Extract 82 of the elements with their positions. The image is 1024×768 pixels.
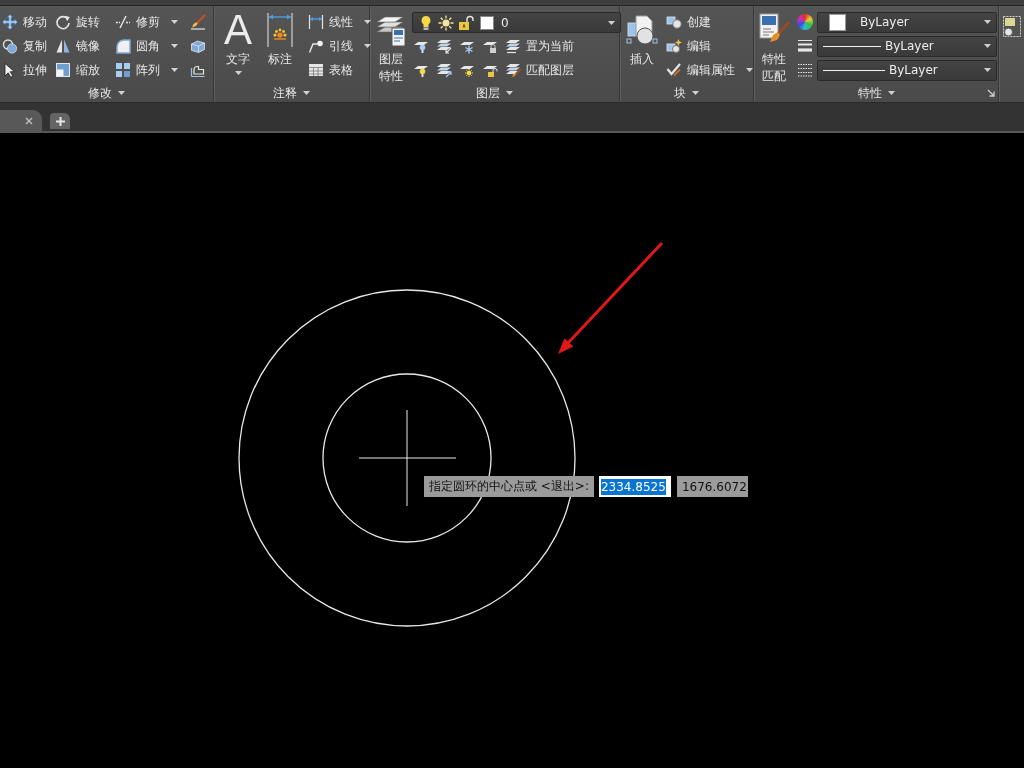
- line-weights-icon: [797, 38, 813, 54]
- layer-stack-arrow-icon: [436, 62, 452, 78]
- tool-button[interactable]: 创建: [664, 11, 755, 33]
- command-prompt: 指定圆环的中心点或 <退出>:: [424, 476, 594, 497]
- layer-stack-icon: [505, 38, 521, 54]
- caret-icon: [303, 91, 310, 95]
- table-icon: [308, 62, 324, 78]
- dimension-icon: [266, 12, 294, 48]
- tool-button[interactable]: 引线: [306, 35, 373, 57]
- tool-button[interactable]: 阵列: [113, 59, 180, 81]
- sun-icon: [438, 14, 454, 31]
- color-swatch-icon: [829, 13, 846, 31]
- large-tool-button[interactable]: 图层特性: [373, 10, 409, 85]
- panel-title-button[interactable]: 注释: [271, 85, 312, 101]
- square-spark-icon: [666, 38, 682, 54]
- line-sample-icon: [823, 68, 885, 72]
- dialog-launcher-button[interactable]: [987, 89, 995, 97]
- tool-button[interactable]: 编辑: [664, 35, 755, 57]
- color-wheel-icon: [797, 14, 813, 30]
- layer-stack-arrow-icon: [436, 38, 452, 54]
- caret-icon: [692, 91, 699, 95]
- caret-icon: [887, 91, 895, 95]
- caret-icon: [118, 91, 125, 95]
- corner-arrow-icon: [987, 89, 995, 97]
- tool-button[interactable]: 圆角: [113, 35, 180, 57]
- tool-button[interactable]: 编辑属性: [664, 59, 755, 81]
- panel-title-button[interactable]: 修改: [86, 85, 127, 101]
- caret-icon: [984, 44, 991, 48]
- group-icon: [1003, 16, 1021, 40]
- panel-title-button[interactable]: 块: [672, 85, 701, 101]
- file-tab[interactable]: [0, 110, 42, 131]
- layer-dropdown[interactable]: 0: [412, 12, 621, 33]
- tool-button[interactable]: 移动: [0, 11, 49, 33]
- tool-button[interactable]: 镜像: [53, 35, 102, 57]
- cross-arrows-icon: [2, 14, 18, 30]
- large-tool-button[interactable]: 标注: [262, 10, 298, 68]
- coordinate-field[interactable]: 1676.6072: [676, 476, 748, 497]
- caret-icon: [984, 68, 991, 72]
- large-tool-button[interactable]: A 文字: [220, 10, 256, 75]
- close-icon: [25, 116, 33, 125]
- square-grid-icon: [115, 62, 131, 78]
- square-circle-icon: [666, 14, 682, 30]
- tool-button[interactable]: 置为当前: [504, 35, 576, 57]
- tool-button[interactable]: 线性: [306, 11, 373, 33]
- rounded-corner-icon: [115, 38, 131, 54]
- coordinate-field[interactable]: 2334.8525: [598, 476, 671, 497]
- tool-button[interactable]: 修剪: [113, 11, 180, 33]
- plus-icon: [55, 116, 65, 126]
- tool-button[interactable]: 复制: [0, 35, 49, 57]
- circular-arrow-icon: [55, 14, 71, 30]
- overlapping-circles-icon: [2, 38, 18, 54]
- layer-brush-icon: [505, 62, 521, 78]
- letter-a-icon: A: [224, 12, 252, 48]
- brush-icon: [190, 14, 206, 30]
- property-dropdown[interactable]: ByLayer: [817, 11, 997, 33]
- property-dropdown[interactable]: ByLayer: [817, 59, 997, 81]
- caret-icon: [608, 20, 615, 25]
- tool-button[interactable]: 表格: [306, 59, 373, 81]
- caret-icon: [506, 91, 513, 95]
- property-dropdown[interactable]: ByLayer: [817, 35, 997, 57]
- tool-button[interactable]: 缩放: [53, 59, 102, 81]
- tool-button[interactable]: 匹配图层: [504, 59, 576, 81]
- checkmark-icon: [666, 62, 682, 78]
- mirrored-triangles-icon: [55, 38, 71, 54]
- dashed-lines-icon: [797, 62, 813, 78]
- panel-title-button[interactable]: 图层: [474, 85, 515, 101]
- tool-button[interactable]: 旋转: [53, 11, 102, 33]
- panel-title-button[interactable]: 特性: [855, 85, 897, 101]
- color-swatch-icon: [480, 15, 494, 30]
- open-padlock-icon: [458, 14, 474, 31]
- tool-button[interactable]: 拉伸: [0, 59, 49, 81]
- leader-line-icon: [308, 38, 324, 54]
- new-tab-button[interactable]: [50, 113, 70, 129]
- large-tool-button[interactable]: 特性匹配: [756, 10, 792, 85]
- large-tool-button[interactable]: 插入: [624, 10, 660, 68]
- linear-dimension-icon: [308, 14, 324, 30]
- line-sample-icon: [823, 44, 881, 48]
- caret-icon: [984, 20, 991, 24]
- cube-icon: [190, 38, 206, 54]
- nested-squares-icon: [55, 62, 71, 78]
- cut-line-icon: [115, 14, 131, 30]
- close-button[interactable]: [25, 116, 33, 125]
